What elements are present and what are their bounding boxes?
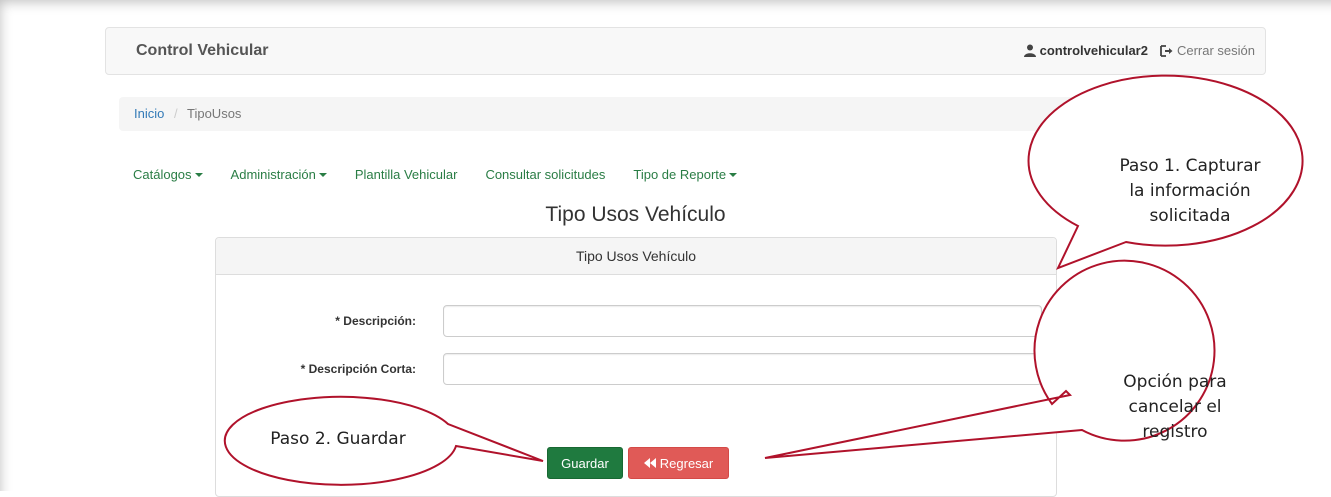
breadcrumb-separator: /	[173, 106, 178, 121]
breadcrumb-home[interactable]: Inicio	[134, 106, 164, 121]
back-button-label: Regresar	[659, 455, 714, 471]
menu-item-label: Tipo de Reporte	[633, 167, 727, 182]
callout-line: registro	[1142, 422, 1208, 442]
callout-line: la información	[1129, 181, 1251, 201]
top-navbar: Control Vehicular controlvehicular2 Cerr…	[105, 27, 1266, 75]
menu-item-label: Consultar solicitudes	[485, 167, 606, 182]
logout-link[interactable]: Cerrar sesión	[1160, 43, 1255, 58]
callout-step2-text: Paso 2. Guardar	[270, 429, 406, 449]
log-out-icon	[1160, 44, 1173, 57]
save-button-label: Guardar	[561, 455, 609, 471]
descripcion-corta-input[interactable]	[443, 353, 1042, 385]
panel-heading: Tipo Usos Vehículo	[216, 238, 1056, 275]
menu-item-consultar-solicitudes[interactable]: Consultar solicitudes	[485, 167, 605, 182]
user-menu[interactable]: controlvehicular2	[1023, 43, 1148, 58]
backward-icon	[643, 458, 656, 468]
descripcion-corta-label: * Descripción Corta:	[300, 362, 416, 376]
callout-line: solicitada	[1149, 206, 1231, 226]
back-button[interactable]: Regresar	[628, 447, 729, 479]
menu-item-tipo-de-reporte[interactable]: Tipo de Reporte	[633, 167, 738, 182]
callout-step1-text: Paso 1. Capturar la información solicita…	[1085, 154, 1295, 229]
page-title: Tipo Usos Vehículo	[545, 203, 726, 226]
menu-item-administracion[interactable]: Administración	[231, 167, 327, 182]
callout-line: cancelar el	[1128, 397, 1222, 417]
descripcion-input[interactable]	[443, 305, 1042, 337]
breadcrumb-current: TipoUsos	[187, 106, 242, 121]
callout-line: Opción para	[1123, 372, 1227, 392]
menu-item-label: Administración	[230, 167, 316, 182]
main-menu: Catálogos Administración Plantilla Vehic…	[133, 167, 765, 182]
caret-down-icon	[318, 172, 327, 177]
app-brand[interactable]: Control Vehicular	[136, 42, 268, 60]
username-label: controlvehicular2	[1039, 43, 1148, 58]
descripcion-label: * Descripción:	[335, 314, 416, 328]
user-icon	[1023, 44, 1036, 57]
save-button[interactable]: Guardar	[547, 447, 623, 479]
caret-down-icon	[194, 172, 203, 177]
callout-line: Paso 1. Capturar	[1119, 156, 1261, 176]
caret-down-icon	[729, 172, 738, 177]
menu-item-catalogos[interactable]: Catálogos	[133, 167, 203, 182]
menu-item-plantilla-vehicular[interactable]: Plantilla Vehicular	[355, 167, 458, 182]
menu-item-label: Catálogos	[133, 167, 192, 182]
breadcrumb: Inicio / TipoUsos	[119, 97, 1251, 131]
user-area: controlvehicular2 Cerrar sesión	[1023, 43, 1255, 58]
menu-item-label: Plantilla Vehicular	[354, 167, 458, 182]
form-panel: Tipo Usos Vehículo * Descripción: * Desc…	[215, 237, 1057, 497]
logout-label: Cerrar sesión	[1176, 43, 1255, 58]
callout-cancel-text: Opción para cancelar el registro	[1085, 370, 1265, 445]
